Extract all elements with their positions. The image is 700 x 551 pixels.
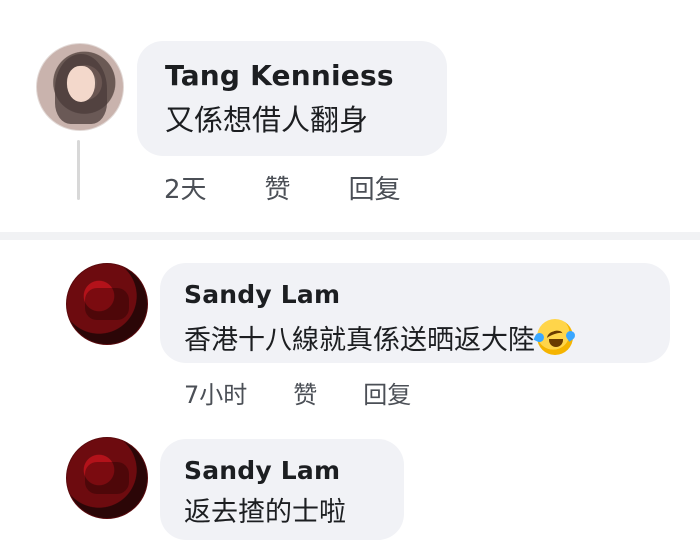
comment-author[interactable]: Sandy Lam (184, 279, 646, 311)
laughing-crying-emoji-icon (533, 319, 577, 355)
like-button[interactable]: 赞 (293, 380, 317, 410)
like-button[interactable]: 赞 (265, 175, 291, 205)
comment-actions-2: 7小时 赞 回复 (184, 380, 411, 410)
comment-text-content: 香港十八線就真係送晒返大陸 (184, 325, 535, 356)
comment-time: 2天 (164, 175, 207, 205)
comment-bubble-2: Sandy Lam 香港十八線就真係送晒返大陸 (160, 263, 670, 363)
avatar-sandy-lam[interactable] (66, 263, 148, 345)
tear-left-icon (533, 331, 546, 344)
comment-text: 返去揸的士啦 (184, 497, 346, 528)
avatar-sandy-lam[interactable] (66, 437, 148, 519)
screenshot-seam (0, 232, 700, 240)
avatar-face (67, 66, 95, 102)
tear-right-icon (564, 329, 577, 342)
comment-bubble-3: Sandy Lam 返去揸的士啦 (160, 439, 404, 540)
comment-author[interactable]: Sandy Lam (184, 455, 380, 487)
comment-time: 7小时 (184, 381, 248, 409)
comment-author[interactable]: Tang Kenniess (165, 59, 419, 93)
comment-text: 又係想借人翻身 (165, 103, 369, 137)
reply-button[interactable]: 回复 (349, 175, 401, 205)
comment-actions-1: 2天 赞 回复 (164, 175, 401, 205)
reply-button[interactable]: 回复 (363, 380, 411, 410)
thread-connector-line (77, 140, 80, 200)
comment-bubble-1: Tang Kenniess 又係想借人翻身 (137, 41, 447, 156)
comment-text: 香港十八線就真係送晒返大陸 (184, 319, 646, 359)
avatar-tang-kenniess[interactable] (36, 43, 124, 131)
